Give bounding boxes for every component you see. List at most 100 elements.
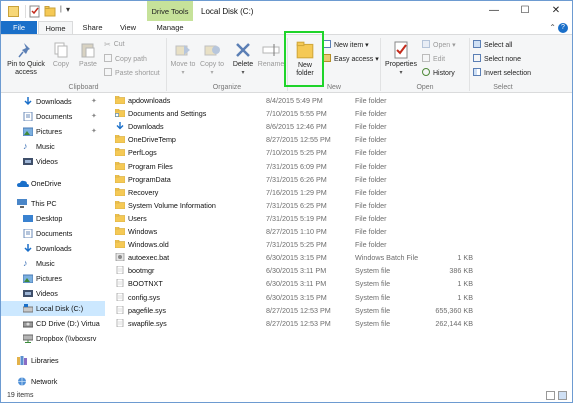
file-row[interactable]: autoexec.bat 6/30/2015 3:15 PM Windows Bat…: [105, 251, 572, 264]
file-row[interactable]: config.sys 6/30/2015 3:15 PM System file 1 …: [105, 291, 572, 304]
copy-path-button[interactable]: Copy path: [104, 54, 147, 65]
file-row[interactable]: Documents and Settings 7/10/2015 5:55 PM F…: [105, 107, 572, 120]
file-row[interactable]: PerfLogs 7/10/2015 5:25 PM File folder: [105, 146, 572, 159]
nav-item-onedrive[interactable]: OneDrive: [1, 176, 105, 191]
invert-selection-label: Invert selection: [484, 70, 532, 77]
history-button[interactable]: History: [422, 68, 455, 79]
nav-item-music[interactable]: ♪ Music: [1, 139, 105, 154]
file-name: Windows.old: [128, 240, 169, 250]
paste-shortcut-button[interactable]: Paste shortcut: [104, 68, 160, 79]
pin-to-quick-access-button[interactable]: Pin to Quick access: [4, 41, 48, 77]
file-name: PerfLogs: [128, 148, 157, 158]
file-type: File folder: [355, 174, 387, 184]
chevron-up-icon[interactable]: ⌃: [549, 23, 556, 32]
file-row[interactable]: swapfile.sys 8/27/2015 12:53 PM System fil…: [105, 317, 572, 330]
file-row[interactable]: System Volume Information 7/31/2015 6:25 …: [105, 199, 572, 212]
tab-manage[interactable]: Manage: [149, 21, 191, 35]
nav-item-documents[interactable]: Documents ✦: [1, 109, 105, 124]
documents-icon: [23, 112, 33, 121]
tab-view[interactable]: View: [111, 21, 145, 35]
minimize-button[interactable]: —: [479, 1, 509, 21]
tab-home[interactable]: Home: [38, 21, 73, 35]
large-icons-view-button[interactable]: [558, 391, 567, 400]
nav-label: Network: [31, 377, 58, 386]
nav-item-documents[interactable]: Documents: [1, 226, 105, 241]
file-row[interactable]: Windows 8/27/2015 1:10 PM File folder: [105, 225, 572, 238]
customize-qat-icon[interactable]: ▾: [66, 5, 70, 14]
nav-item-network[interactable]: Network: [1, 374, 105, 389]
file-row[interactable]: Windows.old 7/31/2015 5:25 PM File folder: [105, 238, 572, 251]
divider: [25, 5, 26, 18]
file-date-modified: 7/31/2015 6:09 PM: [266, 161, 327, 171]
file-row[interactable]: BOOTNXT 6/30/2015 3:11 PM System file 1 KB: [105, 277, 572, 290]
nav-item-this-pc[interactable]: This PC: [1, 196, 105, 211]
navigation-pane: Downloads ✦ Documents ✦ Pictures ✦ ♪ Mus…: [1, 94, 105, 390]
copy-button[interactable]: Copy: [50, 41, 72, 69]
file-row[interactable]: ProgramData 7/31/2015 6:26 PM File folder: [105, 173, 572, 186]
cut-button[interactable]: ✂ Cut: [104, 40, 125, 50]
file-row[interactable]: apdownloads 8/4/2015 5:49 PM File folder: [105, 94, 572, 107]
scissors-icon: ✂: [104, 40, 111, 49]
easy-access-icon: [323, 54, 331, 62]
nav-item-videos[interactable]: Videos: [1, 286, 105, 301]
new-folder-highlight: [284, 31, 324, 87]
file-name: apdownloads: [128, 96, 171, 105]
nav-item-cd-drive[interactable]: CD Drive (D:) Virtua: [1, 316, 105, 331]
nav-item-videos[interactable]: Videos: [1, 154, 105, 169]
nav-item-local-disk[interactable]: Local Disk (C:): [1, 301, 105, 316]
new-item-button[interactable]: New item ▾: [323, 40, 369, 51]
delete-button[interactable]: Delete ▾: [229, 41, 257, 77]
file-row[interactable]: Recovery 7/16/2015 1:29 PM File folder: [105, 186, 572, 199]
nav-item-libraries[interactable]: Libraries: [1, 353, 105, 368]
nav-item-pictures[interactable]: Pictures: [1, 271, 105, 286]
file-row[interactable]: Downloads 8/6/2015 12:46 PM File folder: [105, 120, 572, 133]
maximize-button[interactable]: ☐: [510, 1, 540, 21]
tab-share[interactable]: Share: [75, 21, 110, 35]
new-folder-quick-access-icon[interactable]: [44, 5, 56, 17]
nav-label: CD Drive (D:) Virtua: [36, 319, 100, 328]
select-none-button[interactable]: Select none: [473, 54, 521, 65]
file-row[interactable]: Users 7/31/2015 5:19 PM File folder: [105, 212, 572, 225]
easy-access-button[interactable]: Easy access ▾: [323, 54, 379, 65]
help-icon[interactable]: ?: [558, 23, 568, 33]
nav-item-desktop[interactable]: Desktop: [1, 211, 105, 226]
move-to-button[interactable]: Move to ▾: [169, 41, 197, 77]
rename-icon: [262, 44, 280, 56]
edit-button[interactable]: Edit: [422, 54, 445, 65]
file-name: Users: [128, 213, 147, 223]
file-type: System file: [355, 318, 391, 328]
close-button[interactable]: ✕: [541, 1, 571, 21]
properties-button[interactable]: Properties ▾: [383, 41, 419, 77]
qat-separator: |: [60, 6, 62, 13]
file-name: Program Files: [128, 161, 173, 171]
file-row[interactable]: pagefile.sys 8/27/2015 12:53 PM System fil…: [105, 304, 572, 317]
nav-item-music[interactable]: ♪ Music: [1, 256, 105, 271]
tab-file[interactable]: File: [1, 21, 37, 35]
nav-item-downloads[interactable]: Downloads ✦: [1, 94, 105, 109]
paste-shortcut-label: Paste shortcut: [115, 70, 160, 77]
nav-label: Music: [36, 142, 55, 151]
properties-quick-access-icon[interactable]: [29, 5, 40, 18]
file-date-modified: 7/10/2015 5:25 PM: [266, 148, 327, 158]
file-row[interactable]: OneDriveTemp 8/27/2015 12:55 PM File folde…: [105, 133, 572, 146]
file-date-modified: 7/31/2015 6:26 PM: [266, 174, 327, 184]
rename-button[interactable]: Rename: [257, 41, 285, 69]
paste-label: Paste: [79, 61, 97, 68]
details-view-button[interactable]: [546, 391, 555, 400]
copy-path-label: Copy path: [115, 56, 147, 63]
select-all-button[interactable]: Select all: [473, 40, 512, 51]
nav-item-pictures[interactable]: Pictures ✦: [1, 124, 105, 139]
file-row[interactable]: Program Files 7/31/2015 6:09 PM File folde…: [105, 160, 572, 173]
pin-icon: ✦: [91, 128, 97, 135]
system-file-icon: [116, 266, 124, 275]
invert-selection-button[interactable]: Invert selection: [473, 68, 531, 79]
nav-item-downloads[interactable]: Downloads: [1, 241, 105, 256]
nav-label: Libraries: [31, 356, 59, 365]
copy-to-button[interactable]: Copy to ▾: [198, 41, 226, 77]
paste-button[interactable]: Paste: [75, 41, 101, 69]
open-button[interactable]: Open ▾: [422, 40, 456, 51]
nav-item-dropbox[interactable]: Dropbox (\\vboxsrv: [1, 331, 105, 346]
file-row[interactable]: bootmgr 6/30/2015 3:11 PM System file 386 K…: [105, 264, 572, 277]
copy-label: Copy: [52, 61, 70, 68]
paste-icon: [81, 43, 95, 58]
